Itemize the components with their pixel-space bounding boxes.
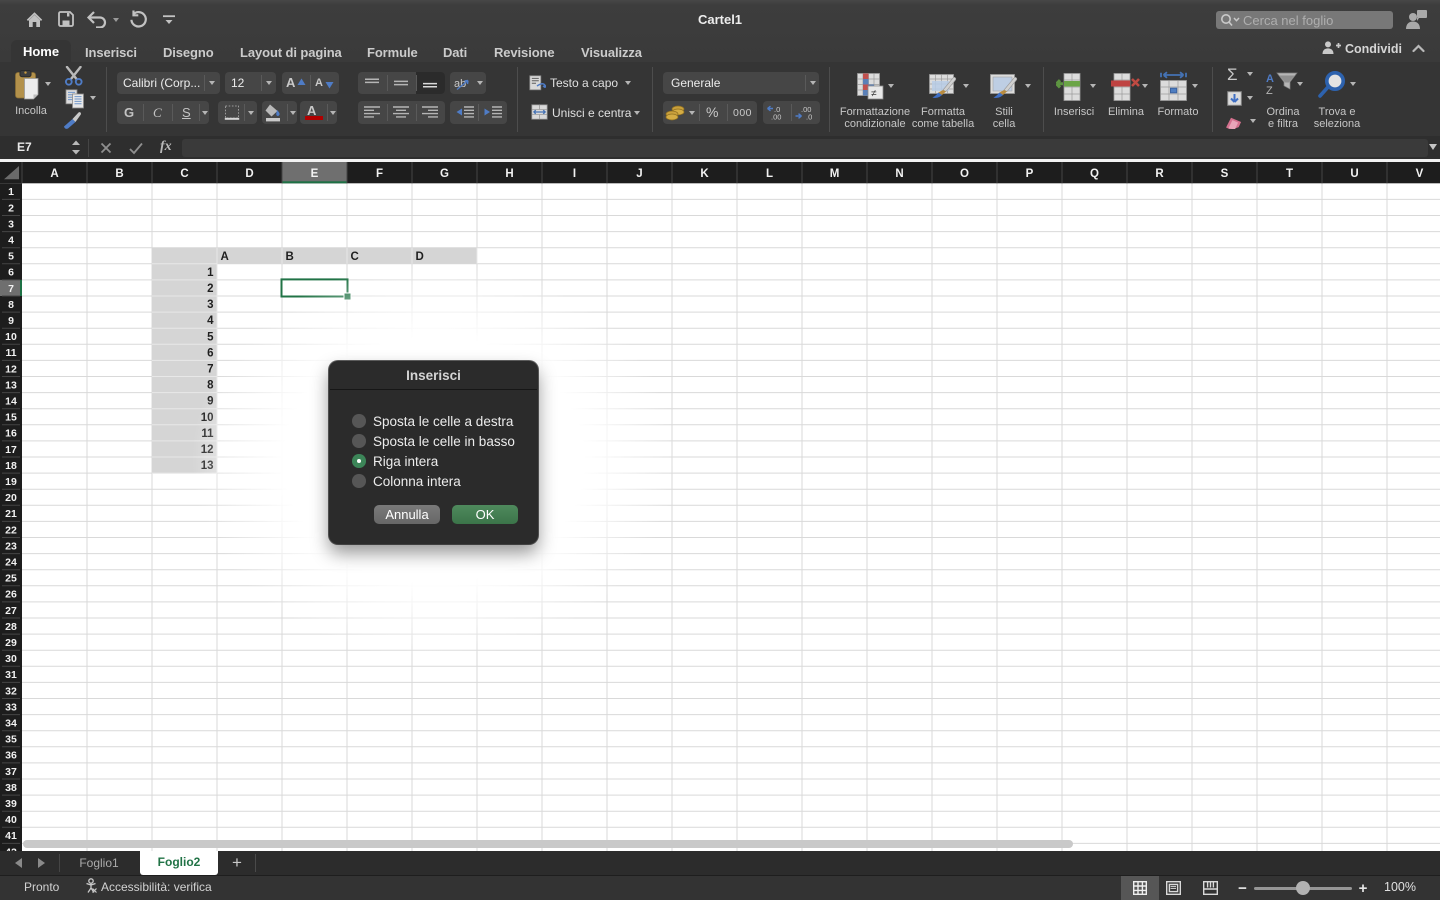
svg-text:I: I: [573, 168, 576, 180]
svg-text:26: 26: [5, 589, 17, 601]
svg-text:P: P: [1026, 168, 1034, 180]
svg-text:14: 14: [5, 395, 17, 407]
svg-text:36: 36: [5, 750, 17, 762]
svg-text:N: N: [895, 168, 903, 180]
svg-text:29: 29: [5, 637, 17, 649]
svg-text:F: F: [376, 168, 383, 180]
svg-text:3: 3: [8, 218, 14, 230]
svg-text:8: 8: [8, 299, 14, 311]
svg-text:A: A: [1266, 73, 1274, 85]
svg-text:4: 4: [8, 234, 14, 246]
svg-text:35: 35: [5, 734, 17, 746]
svg-text:22: 22: [5, 524, 17, 536]
svg-text:2: 2: [8, 202, 14, 214]
svg-text:18: 18: [5, 460, 17, 472]
svg-text:24: 24: [5, 556, 17, 568]
svg-text:1: 1: [8, 186, 14, 198]
svg-text:41: 41: [5, 830, 17, 842]
svg-text:M: M: [830, 168, 840, 180]
svg-text:16: 16: [5, 428, 17, 440]
svg-text:C: C: [351, 251, 359, 263]
svg-text:38: 38: [5, 782, 17, 794]
svg-text:13: 13: [5, 379, 17, 391]
svg-text:20: 20: [5, 492, 17, 504]
svg-text:T: T: [1286, 168, 1293, 180]
svg-text:U: U: [1350, 168, 1358, 180]
svg-text:9: 9: [8, 315, 14, 327]
svg-text:S: S: [1221, 168, 1229, 180]
svg-text:H: H: [505, 168, 513, 180]
svg-text:30: 30: [5, 653, 17, 665]
svg-text:E: E: [311, 168, 319, 180]
svg-text:C: C: [180, 168, 188, 180]
svg-text:.0: .0: [806, 113, 812, 121]
svg-text:D: D: [245, 168, 253, 180]
svg-text:A: A: [221, 251, 229, 263]
svg-text:K: K: [700, 168, 709, 180]
svg-text:5: 5: [8, 251, 14, 263]
svg-text:34: 34: [5, 717, 17, 729]
svg-text:7: 7: [8, 283, 14, 295]
svg-text:≠: ≠: [871, 89, 877, 100]
svg-text:A: A: [50, 168, 58, 180]
svg-text:33: 33: [5, 701, 17, 713]
svg-text:31: 31: [5, 669, 17, 681]
svg-text:G: G: [440, 168, 449, 180]
svg-text:.00: .00: [771, 113, 781, 121]
svg-text:40: 40: [5, 814, 17, 826]
svg-text:12: 12: [5, 363, 17, 375]
svg-text:32: 32: [5, 685, 17, 697]
svg-text:Z: Z: [1266, 85, 1273, 97]
svg-text:25: 25: [5, 573, 17, 585]
svg-text:19: 19: [5, 476, 17, 488]
svg-text:17: 17: [5, 444, 17, 456]
svg-text:37: 37: [5, 766, 17, 778]
svg-text:B: B: [115, 168, 123, 180]
svg-text:21: 21: [5, 508, 17, 520]
svg-text:R: R: [1155, 168, 1164, 180]
svg-text:6: 6: [8, 267, 14, 279]
svg-text:J: J: [636, 168, 642, 180]
svg-text:Q: Q: [1090, 168, 1099, 180]
svg-text:39: 39: [5, 798, 17, 810]
svg-text:O: O: [960, 168, 969, 180]
svg-text:28: 28: [5, 621, 17, 633]
svg-text:D: D: [416, 251, 424, 263]
svg-text:23: 23: [5, 540, 17, 552]
svg-text:V: V: [1416, 168, 1424, 180]
svg-text:27: 27: [5, 605, 17, 617]
svg-text:15: 15: [5, 412, 17, 424]
svg-text:B: B: [286, 251, 294, 263]
svg-text:11: 11: [5, 347, 16, 359]
svg-text:10: 10: [5, 331, 17, 343]
svg-text:L: L: [766, 168, 773, 180]
